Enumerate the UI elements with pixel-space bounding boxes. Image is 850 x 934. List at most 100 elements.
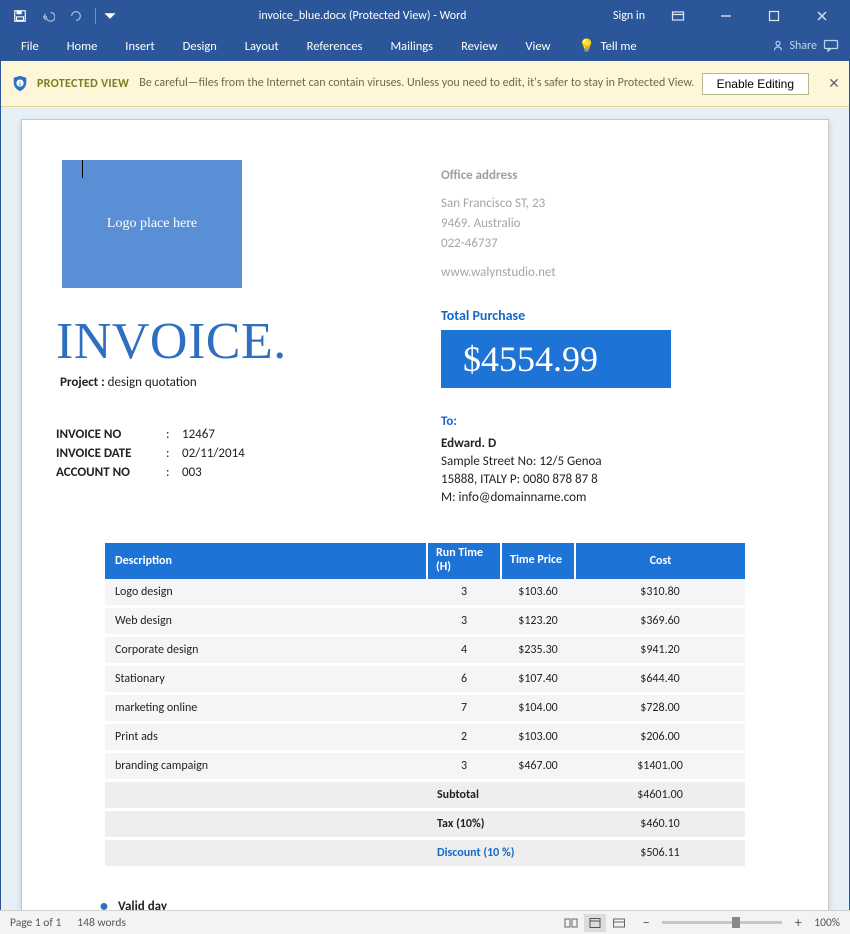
- cell-runtime: 3: [427, 579, 501, 605]
- project-label: Project :: [60, 375, 105, 390]
- tab-design[interactable]: Design: [169, 31, 231, 61]
- to-label: To:: [441, 414, 794, 429]
- subtotal-label: Subtotal: [427, 782, 575, 808]
- share-button[interactable]: Share: [771, 39, 817, 53]
- tab-references[interactable]: References: [293, 31, 377, 61]
- office-line1: San Francisco ST, 23: [441, 194, 794, 214]
- cell-desc: Stationary: [105, 666, 427, 692]
- undo-button[interactable]: [35, 3, 61, 29]
- comments-icon[interactable]: [823, 39, 839, 53]
- table-row: marketing online7$104.00$728.00: [105, 695, 745, 721]
- account-no-value: 003: [182, 464, 202, 483]
- to-name: Edward. D: [441, 435, 794, 453]
- tax-label: Tax (10%): [427, 811, 575, 837]
- invoice-date-value: 02/11/2014: [182, 445, 245, 464]
- redo-button[interactable]: [63, 3, 89, 29]
- office-address: Office address San Francisco ST, 23 9469…: [441, 166, 794, 283]
- office-line2: 9469. Australio: [441, 214, 794, 234]
- to-cityphone: 15888, ITALY P: 0080 878 87 8: [441, 471, 794, 489]
- logo-placeholder: Logo place here: [62, 160, 242, 288]
- invoice-table: Description Run Time (H) Time Price Cost…: [105, 543, 745, 866]
- zoom-slider-thumb[interactable]: [732, 917, 740, 928]
- read-mode-button[interactable]: [560, 914, 582, 932]
- print-layout-button[interactable]: [584, 914, 606, 932]
- cell-desc: branding campaign: [105, 753, 427, 779]
- save-button[interactable]: [7, 3, 33, 29]
- cell-desc: Print ads: [105, 724, 427, 750]
- share-label: Share: [789, 39, 817, 53]
- cell-cost: $369.60: [575, 608, 745, 634]
- to-street: Sample Street No: 12/5 Genoa: [441, 453, 794, 471]
- tab-layout[interactable]: Layout: [231, 31, 293, 61]
- maximize-button[interactable]: [753, 1, 795, 31]
- cell-timeprice: $104.00: [501, 695, 575, 721]
- tell-me-search[interactable]: 💡 Tell me: [564, 31, 650, 61]
- sign-in-link[interactable]: Sign in: [607, 9, 651, 23]
- project-line: Project : design quotation: [56, 375, 409, 390]
- th-description: Description: [105, 543, 427, 579]
- cell-desc: Web design: [105, 608, 427, 634]
- web-layout-button[interactable]: [608, 914, 630, 932]
- banner-close-button[interactable]: ✕: [819, 75, 849, 92]
- tab-home[interactable]: Home: [53, 31, 112, 61]
- tab-mailings[interactable]: Mailings: [376, 31, 447, 61]
- table-row: branding campaign3$467.00$1401.00: [105, 753, 745, 779]
- zoom-out-button[interactable]: −: [638, 916, 654, 930]
- cell-timeprice: $103.60: [501, 579, 575, 605]
- table-row: Corporate design4$235.30$941.20: [105, 637, 745, 663]
- qat-customize-button[interactable]: [102, 3, 118, 29]
- cell-cost: $1401.00: [575, 753, 745, 779]
- zoom-in-button[interactable]: +: [790, 916, 806, 930]
- window-title: invoice_blue.docx (Protected View) - Wor…: [118, 9, 607, 23]
- cell-desc: Logo design: [105, 579, 427, 605]
- to-email: M: info@domainname.com: [441, 489, 794, 507]
- zoom-slider[interactable]: [662, 921, 782, 924]
- cell-runtime: 4: [427, 637, 501, 663]
- tax-value: $460.10: [575, 811, 745, 837]
- cell-cost: $941.20: [575, 637, 745, 663]
- invoice-no-label: INVOICE NO: [56, 426, 166, 445]
- invoice-date-label: INVOICE DATE: [56, 445, 166, 464]
- cell-cost: $644.40: [575, 666, 745, 692]
- discount-value: $506.11: [575, 840, 745, 866]
- cell-desc: marketing online: [105, 695, 427, 721]
- zoom-value[interactable]: 100%: [814, 916, 840, 930]
- table-row: Web design3$123.20$369.60: [105, 608, 745, 634]
- qat-separator: [95, 8, 96, 24]
- lightbulb-icon: 💡: [578, 39, 594, 54]
- table-row: Stationary6$107.40$644.40: [105, 666, 745, 692]
- ribbon-display-options-button[interactable]: [657, 1, 699, 31]
- enable-editing-button[interactable]: Enable Editing: [702, 73, 809, 95]
- protected-view-title: PROTECTED VIEW: [37, 77, 139, 91]
- minimize-button[interactable]: [705, 1, 747, 31]
- tab-view[interactable]: View: [511, 31, 564, 61]
- status-page[interactable]: Page 1 of 1: [10, 916, 61, 930]
- table-row: Logo design3$103.60$310.80: [105, 579, 745, 605]
- cell-runtime: 3: [427, 608, 501, 634]
- protected-view-message: Be careful—files from the Internet can c…: [139, 76, 701, 92]
- subtotal-value: $4601.00: [575, 782, 745, 808]
- th-runtime: Run Time (H): [427, 543, 501, 579]
- tab-insert[interactable]: Insert: [111, 31, 168, 61]
- cell-cost: $310.80: [575, 579, 745, 605]
- th-timeprice: Time Price: [501, 543, 575, 579]
- tab-file[interactable]: File: [7, 31, 53, 61]
- close-button[interactable]: [801, 1, 843, 31]
- total-purchase-label: Total Purchase: [441, 307, 794, 324]
- table-row: Print ads2$103.00$206.00: [105, 724, 745, 750]
- status-words[interactable]: 148 words: [77, 916, 126, 930]
- document-page[interactable]: Logo place here INVOICE. Project : desig…: [21, 119, 829, 911]
- cell-desc: Corporate design: [105, 637, 427, 663]
- text-caret: [82, 160, 83, 178]
- tell-me-label: Tell me: [601, 39, 637, 54]
- cell-timeprice: $103.00: [501, 724, 575, 750]
- office-phone: 022-46737: [441, 234, 794, 254]
- discount-label: Discount (10 %): [427, 840, 575, 866]
- cell-runtime: 2: [427, 724, 501, 750]
- document-canvas[interactable]: Logo place here INVOICE. Project : desig…: [1, 107, 849, 911]
- cell-runtime: 3: [427, 753, 501, 779]
- office-web: www.walynstudio.net: [441, 263, 794, 283]
- tab-review[interactable]: Review: [447, 31, 511, 61]
- office-heading: Office address: [441, 166, 794, 186]
- cell-timeprice: $467.00: [501, 753, 575, 779]
